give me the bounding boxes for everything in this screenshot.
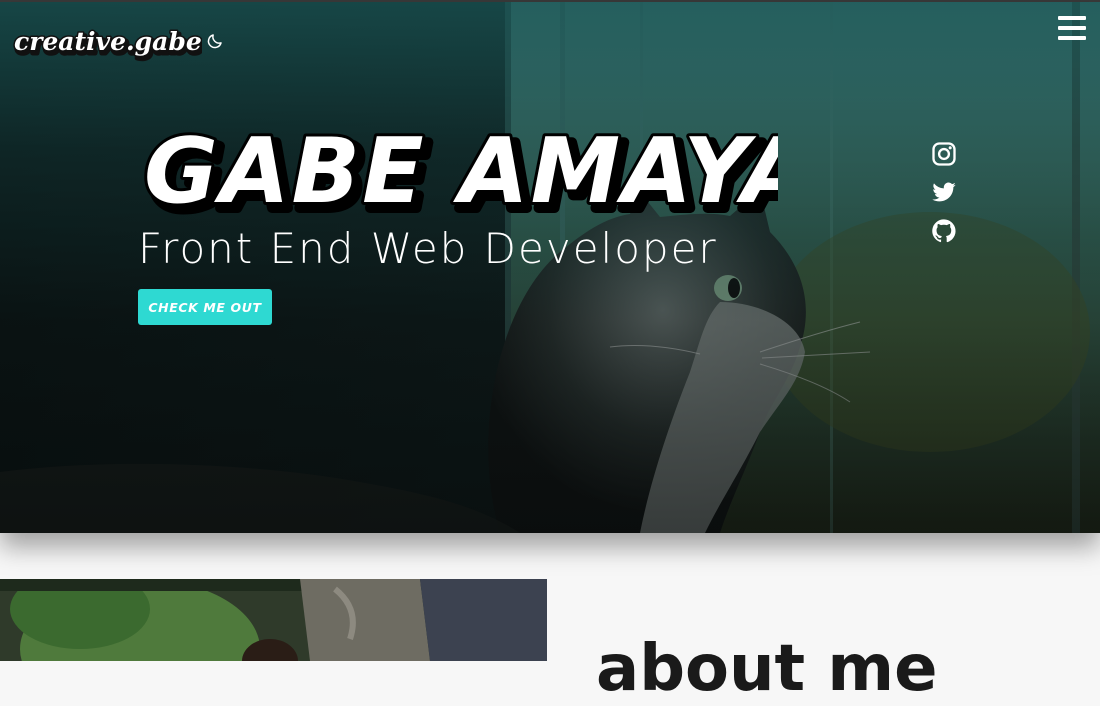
moon-icon[interactable] bbox=[206, 32, 224, 50]
hamburger-menu-icon[interactable] bbox=[1058, 16, 1086, 42]
twitter-icon[interactable] bbox=[930, 178, 958, 206]
github-icon[interactable] bbox=[930, 217, 958, 245]
about-heading: about me bbox=[596, 632, 938, 706]
brand-logo[interactable]: creative.gabe creative.gabe bbox=[12, 18, 203, 62]
check-me-out-button[interactable]: CHECK ME OUT bbox=[138, 289, 272, 325]
hero-section: creative.gabe creative.gabe GABE AMAYA G… bbox=[0, 2, 1100, 533]
svg-text:GABE AMAYA: GABE AMAYA bbox=[144, 119, 778, 222]
instagram-icon[interactable] bbox=[930, 140, 958, 168]
hero-subtitle: Front End Web Developer bbox=[138, 224, 718, 273]
about-photo bbox=[0, 579, 547, 661]
svg-text:creative.gabe: creative.gabe bbox=[14, 27, 202, 56]
hero-name-graffiti: GABE AMAYA GABE AMAYA bbox=[141, 116, 778, 222]
about-section: about me bbox=[0, 579, 1100, 701]
